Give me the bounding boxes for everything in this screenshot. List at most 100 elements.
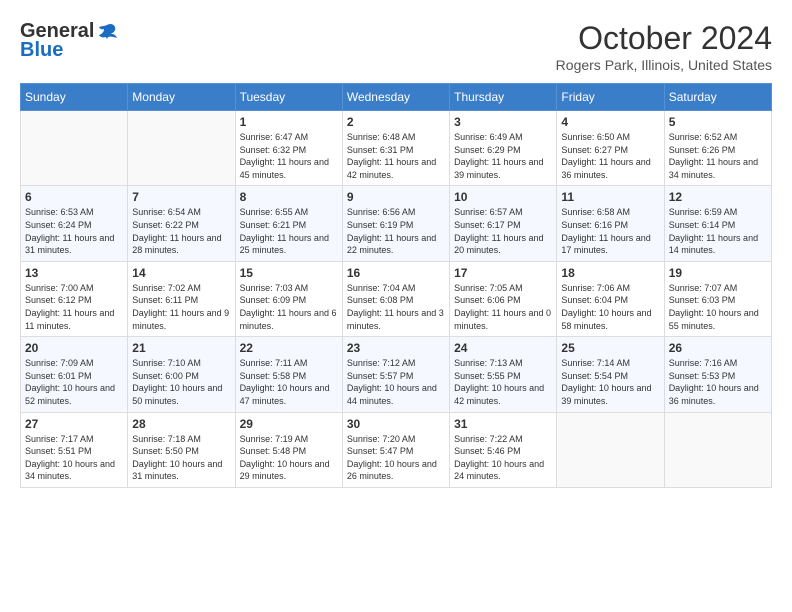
- day-number: 21: [132, 341, 230, 355]
- calendar-cell: 24 Sunrise: 7:13 AM Sunset: 5:55 PM Dayli…: [450, 337, 557, 412]
- weekday-header-friday: Friday: [557, 84, 664, 111]
- day-number: 25: [561, 341, 659, 355]
- day-number: 11: [561, 190, 659, 204]
- calendar-cell: 20 Sunrise: 7:09 AM Sunset: 6:01 PM Dayli…: [21, 337, 128, 412]
- day-number: 24: [454, 341, 552, 355]
- day-info: Sunrise: 6:52 AM Sunset: 6:26 PM Dayligh…: [669, 131, 767, 181]
- day-info: Sunrise: 7:04 AM Sunset: 6:08 PM Dayligh…: [347, 282, 445, 332]
- weekday-header-monday: Monday: [128, 84, 235, 111]
- calendar-cell: 9 Sunrise: 6:56 AM Sunset: 6:19 PM Daylig…: [342, 186, 449, 261]
- page-header: General Blue October 2024 Rogers Park, I…: [20, 20, 772, 73]
- day-number: 17: [454, 266, 552, 280]
- day-number: 10: [454, 190, 552, 204]
- day-info: Sunrise: 6:50 AM Sunset: 6:27 PM Dayligh…: [561, 131, 659, 181]
- calendar-week-row: 20 Sunrise: 7:09 AM Sunset: 6:01 PM Dayli…: [21, 337, 772, 412]
- calendar-week-row: 1 Sunrise: 6:47 AM Sunset: 6:32 PM Daylig…: [21, 111, 772, 186]
- day-info: Sunrise: 7:16 AM Sunset: 5:53 PM Dayligh…: [669, 357, 767, 407]
- day-info: Sunrise: 7:12 AM Sunset: 5:57 PM Dayligh…: [347, 357, 445, 407]
- calendar-cell: 19Sunrise: 7:07 AM Sunset: 6:03 PM Dayli…: [664, 261, 771, 336]
- day-number: 20: [25, 341, 123, 355]
- calendar-cell: 2 Sunrise: 6:48 AM Sunset: 6:31 PM Daylig…: [342, 111, 449, 186]
- day-info: Sunrise: 6:55 AM Sunset: 6:21 PM Dayligh…: [240, 206, 338, 256]
- day-number: 22: [240, 341, 338, 355]
- calendar-cell: 5 Sunrise: 6:52 AM Sunset: 6:26 PM Daylig…: [664, 111, 771, 186]
- calendar-cell: 21 Sunrise: 7:10 AM Sunset: 6:00 PM Dayli…: [128, 337, 235, 412]
- calendar-cell: 27Sunrise: 7:17 AM Sunset: 5:51 PM Dayli…: [21, 412, 128, 487]
- day-number: 4: [561, 115, 659, 129]
- day-number: 26: [669, 341, 767, 355]
- day-info: Sunrise: 7:22 AM Sunset: 5:46 PM Dayligh…: [454, 433, 552, 483]
- calendar-week-row: 13 Sunrise: 7:00 AM Sunset: 6:12 PM Dayli…: [21, 261, 772, 336]
- day-number: 8: [240, 190, 338, 204]
- calendar-cell: 17 Sunrise: 7:05 AM Sunset: 6:06 PM Dayli…: [450, 261, 557, 336]
- day-info: Sunrise: 6:56 AM Sunset: 6:19 PM Dayligh…: [347, 206, 445, 256]
- month-title: October 2024: [556, 20, 772, 57]
- day-info: Sunrise: 7:18 AM Sunset: 5:50 PM Dayligh…: [132, 433, 230, 483]
- day-info: Sunrise: 6:54 AM Sunset: 6:22 PM Dayligh…: [132, 206, 230, 256]
- weekday-header-wednesday: Wednesday: [342, 84, 449, 111]
- day-info: Sunrise: 7:19 AM Sunset: 5:48 PM Dayligh…: [240, 433, 338, 483]
- day-info: Sunrise: 6:48 AM Sunset: 6:31 PM Dayligh…: [347, 131, 445, 181]
- calendar-cell: [128, 111, 235, 186]
- calendar-week-row: 6 Sunrise: 6:53 AM Sunset: 6:24 PM Daylig…: [21, 186, 772, 261]
- day-number: 23: [347, 341, 445, 355]
- day-info: Sunrise: 7:06 AM Sunset: 6:04 PM Dayligh…: [561, 282, 659, 332]
- weekday-header-saturday: Saturday: [664, 84, 771, 111]
- day-number: 5: [669, 115, 767, 129]
- day-info: Sunrise: 7:11 AM Sunset: 5:58 PM Dayligh…: [240, 357, 338, 407]
- day-info: Sunrise: 6:53 AM Sunset: 6:24 PM Dayligh…: [25, 206, 123, 256]
- calendar-cell: 8 Sunrise: 6:55 AM Sunset: 6:21 PM Daylig…: [235, 186, 342, 261]
- logo-bird-icon: [96, 21, 118, 43]
- calendar-cell: 1 Sunrise: 6:47 AM Sunset: 6:32 PM Daylig…: [235, 111, 342, 186]
- calendar-cell: 6 Sunrise: 6:53 AM Sunset: 6:24 PM Daylig…: [21, 186, 128, 261]
- calendar-cell: 29 Sunrise: 7:19 AM Sunset: 5:48 PM Dayli…: [235, 412, 342, 487]
- calendar-cell: 15Sunrise: 7:03 AM Sunset: 6:09 PM Dayli…: [235, 261, 342, 336]
- calendar-cell: 16Sunrise: 7:04 AM Sunset: 6:08 PM Dayli…: [342, 261, 449, 336]
- day-number: 12: [669, 190, 767, 204]
- title-section: October 2024 Rogers Park, Illinois, Unit…: [556, 20, 772, 73]
- day-info: Sunrise: 7:09 AM Sunset: 6:01 PM Dayligh…: [25, 357, 123, 407]
- calendar-cell: 28Sunrise: 7:18 AM Sunset: 5:50 PM Dayli…: [128, 412, 235, 487]
- logo-blue-text: Blue: [20, 39, 63, 62]
- calendar-cell: 13 Sunrise: 7:00 AM Sunset: 6:12 PM Dayli…: [21, 261, 128, 336]
- day-number: 2: [347, 115, 445, 129]
- calendar-cell: 11 Sunrise: 6:58 AM Sunset: 6:16 PM Dayli…: [557, 186, 664, 261]
- calendar-cell: 25Sunrise: 7:14 AM Sunset: 5:54 PM Dayli…: [557, 337, 664, 412]
- day-number: 31: [454, 417, 552, 431]
- calendar-cell: [21, 111, 128, 186]
- day-info: Sunrise: 7:10 AM Sunset: 6:00 PM Dayligh…: [132, 357, 230, 407]
- calendar-week-row: 27Sunrise: 7:17 AM Sunset: 5:51 PM Dayli…: [21, 412, 772, 487]
- calendar-cell: 30Sunrise: 7:20 AM Sunset: 5:47 PM Dayli…: [342, 412, 449, 487]
- weekday-header-tuesday: Tuesday: [235, 84, 342, 111]
- day-info: Sunrise: 6:47 AM Sunset: 6:32 PM Dayligh…: [240, 131, 338, 181]
- calendar-cell: 14 Sunrise: 7:02 AM Sunset: 6:11 PM Dayli…: [128, 261, 235, 336]
- day-number: 9: [347, 190, 445, 204]
- day-number: 1: [240, 115, 338, 129]
- day-info: Sunrise: 7:02 AM Sunset: 6:11 PM Dayligh…: [132, 282, 230, 332]
- day-info: Sunrise: 7:20 AM Sunset: 5:47 PM Dayligh…: [347, 433, 445, 483]
- calendar-cell: 3Sunrise: 6:49 AM Sunset: 6:29 PM Daylig…: [450, 111, 557, 186]
- calendar-cell: 4 Sunrise: 6:50 AM Sunset: 6:27 PM Daylig…: [557, 111, 664, 186]
- day-number: 13: [25, 266, 123, 280]
- day-info: Sunrise: 6:58 AM Sunset: 6:16 PM Dayligh…: [561, 206, 659, 256]
- calendar-cell: 22 Sunrise: 7:11 AM Sunset: 5:58 PM Dayli…: [235, 337, 342, 412]
- calendar-header-row: SundayMondayTuesdayWednesdayThursdayFrid…: [21, 84, 772, 111]
- day-info: Sunrise: 7:00 AM Sunset: 6:12 PM Dayligh…: [25, 282, 123, 332]
- location-text: Rogers Park, Illinois, United States: [556, 57, 772, 73]
- day-info: Sunrise: 6:49 AM Sunset: 6:29 PM Dayligh…: [454, 131, 552, 181]
- calendar-cell: 18Sunrise: 7:06 AM Sunset: 6:04 PM Dayli…: [557, 261, 664, 336]
- day-number: 14: [132, 266, 230, 280]
- calendar-cell: 26 Sunrise: 7:16 AM Sunset: 5:53 PM Dayli…: [664, 337, 771, 412]
- day-number: 29: [240, 417, 338, 431]
- day-info: Sunrise: 7:13 AM Sunset: 5:55 PM Dayligh…: [454, 357, 552, 407]
- weekday-header-thursday: Thursday: [450, 84, 557, 111]
- day-info: Sunrise: 7:17 AM Sunset: 5:51 PM Dayligh…: [25, 433, 123, 483]
- day-number: 6: [25, 190, 123, 204]
- logo: General Blue: [20, 20, 118, 62]
- day-info: Sunrise: 7:05 AM Sunset: 6:06 PM Dayligh…: [454, 282, 552, 332]
- day-info: Sunrise: 6:59 AM Sunset: 6:14 PM Dayligh…: [669, 206, 767, 256]
- calendar-cell: 12 Sunrise: 6:59 AM Sunset: 6:14 PM Dayli…: [664, 186, 771, 261]
- calendar-cell: 10Sunrise: 6:57 AM Sunset: 6:17 PM Dayli…: [450, 186, 557, 261]
- calendar-cell: [664, 412, 771, 487]
- weekday-header-sunday: Sunday: [21, 84, 128, 111]
